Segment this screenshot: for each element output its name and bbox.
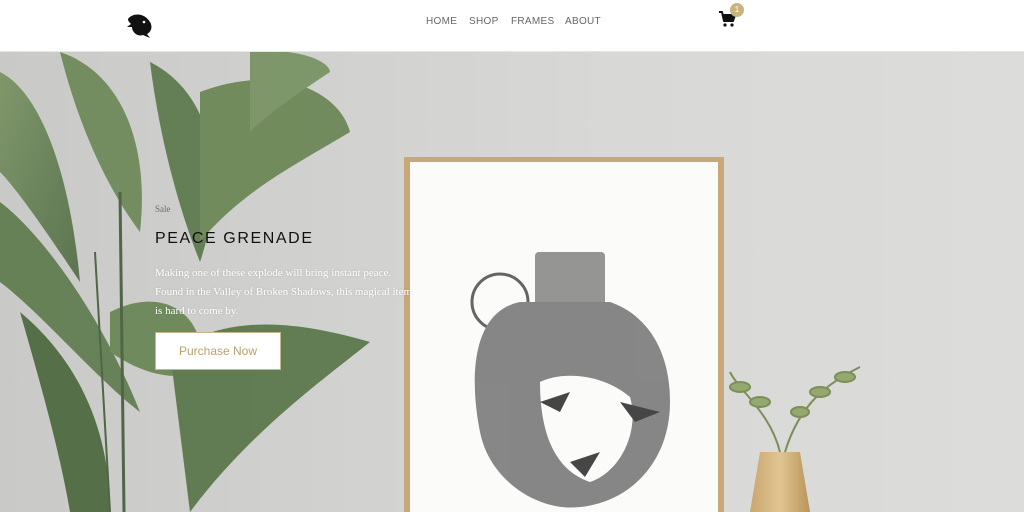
hero-content: Sale PEACE GRENADE Making one of these e…	[155, 204, 415, 370]
sale-eyebrow: Sale	[155, 204, 171, 214]
nav-home[interactable]: HOME	[426, 16, 457, 27]
nav-shop[interactable]: SHOP	[469, 16, 499, 27]
hero-background-image	[0, 52, 1024, 512]
main-nav: HOME SHOP FRAMES ABOUT	[0, 0, 1024, 52]
hero-section: Sale PEACE GRENADE Making one of these e…	[0, 52, 1024, 512]
framed-artwork	[404, 157, 724, 512]
nav-frames[interactable]: FRAMES	[511, 16, 554, 27]
purchase-now-button[interactable]: Purchase Now	[155, 332, 281, 370]
site-header: HOME SHOP FRAMES ABOUT 1	[0, 0, 1024, 52]
nav-about[interactable]: ABOUT	[565, 16, 601, 27]
product-description: Making one of these explode will bring i…	[155, 267, 413, 317]
cart-count-badge: 1	[730, 3, 744, 17]
product-title: PEACE GRENADE	[155, 230, 314, 247]
